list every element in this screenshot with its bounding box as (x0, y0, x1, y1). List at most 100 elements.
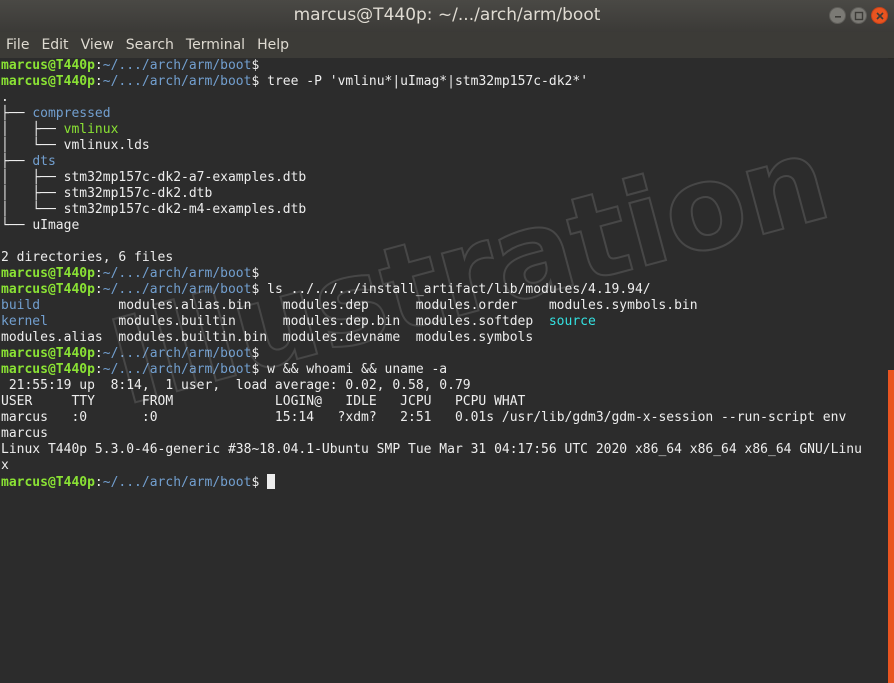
tree-branch: │ ├── (1, 122, 64, 137)
prompt-sigil: $ (251, 58, 260, 73)
output-text: 21:55:19 up 8:14, 1 user, load average: … (1, 378, 471, 393)
menu-view[interactable]: View (75, 32, 120, 58)
prompt-separator: : (94, 266, 103, 281)
prompt-separator: : (94, 475, 103, 490)
tree-branch: │ ├── (1, 170, 64, 185)
terminal-line: marcus@T440p:~/.../arch/arm/boot$ ls ../… (1, 282, 862, 298)
terminal-line: marcus :0 :0 15:14 ?xdm? 2:51 0.01s /usr… (1, 410, 862, 426)
tree-entry: vmlinux (63, 122, 119, 137)
terminal-line: . (1, 90, 862, 106)
tree-entry: uImage (32, 218, 80, 233)
ls-entry: modules.softdep (415, 314, 534, 329)
ls-entry: modules.alias.bin (118, 298, 252, 313)
prompt-path: ~/.../arch/arm/boot (102, 362, 252, 377)
tree-entry: stm32mp157c-dk2-m4-examples.dtb (63, 202, 307, 217)
prompt-user: marcus@T440p (1, 282, 95, 297)
output-text: 2 directories, 6 files (1, 250, 174, 265)
menu-file[interactable]: File (0, 32, 35, 58)
terminal-line: │ ├── stm32mp157c-dk2-a7-examples.dtb (1, 170, 862, 186)
terminal-line: marcus@T440p:~/.../arch/arm/boot$ (1, 58, 862, 74)
prompt-sigil: $ (251, 266, 260, 281)
window-title: marcus@T440p: ~/.../arch/arm/boot (293, 5, 601, 25)
prompt-separator: : (94, 346, 103, 361)
terminal-line: USER TTY FROM LOGIN@ IDLE JCPU PCPU WHAT (1, 394, 862, 410)
maximize-icon (854, 11, 864, 21)
scrollbar[interactable] (888, 370, 894, 683)
terminal-line: modules.alias modules.builtin.bin modules.… (1, 330, 862, 346)
prompt-user: marcus@T440p (1, 266, 95, 281)
close-button[interactable] (871, 7, 888, 24)
prompt-user: marcus@T440p (1, 58, 95, 73)
tree-branch: │ └── (1, 202, 64, 217)
tree-entry: dts (32, 154, 56, 169)
output-text: x (1, 458, 9, 473)
tree-entry: vmlinux.lds (63, 138, 150, 153)
tree-branch: ├── (1, 106, 33, 121)
maximize-button[interactable] (850, 7, 867, 24)
command-text (259, 475, 267, 490)
tree-branch: │ ├── (1, 186, 64, 201)
prompt-path: ~/.../arch/arm/boot (102, 475, 252, 490)
ls-entry: modules.devname (282, 330, 401, 345)
terminal-line: marcus@T440p:~/.../arch/arm/boot$ tree -… (1, 74, 862, 90)
menu-bar: File Edit View Search Terminal Help (0, 32, 894, 59)
terminal-line: │ ├── vmlinux (1, 122, 862, 138)
terminal-line: x (1, 458, 862, 474)
ls-entry: modules.order (415, 298, 518, 313)
prompt-user: marcus@T440p (1, 475, 95, 490)
terminal-line: │ └── stm32mp157c-dk2-m4-examples.dtb (1, 202, 862, 218)
terminal-window: marcus@T440p: ~/.../arch/arm/boot File E… (0, 0, 894, 683)
terminal-line: marcus@T440p:~/.../arch/arm/boot$ (1, 346, 862, 362)
ls-entry: modules.builtin (118, 314, 236, 329)
ls-entry: modules.dep (282, 298, 369, 313)
prompt-separator: : (94, 362, 103, 377)
tree-branch: ├── (1, 154, 33, 169)
terminal-output[interactable]: marcus@T440p:~/.../arch/arm/boot$ marcus@… (0, 58, 888, 683)
terminal-line: └── uImage (1, 218, 862, 234)
prompt-path: ~/.../arch/arm/boot (102, 58, 252, 73)
terminal-line: marcus (1, 426, 862, 442)
prompt-user: marcus@T440p (1, 362, 95, 377)
terminal-line: marcus@T440p:~/.../arch/arm/boot$ w && w… (1, 362, 862, 378)
prompt-path: ~/.../arch/arm/boot (102, 282, 252, 297)
prompt-user: marcus@T440p (1, 346, 95, 361)
close-icon (876, 12, 884, 20)
terminal-line: 2 directories, 6 files (1, 250, 862, 266)
terminal-lines: marcus@T440p:~/.../arch/arm/boot$ marcus@… (1, 58, 862, 490)
prompt-separator: : (94, 282, 103, 297)
terminal-line: 21:55:19 up 8:14, 1 user, load average: … (1, 378, 862, 394)
tree-entry: compressed (32, 106, 111, 121)
output-text: Linux T440p 5.3.0-46-generic #38~18.04.1… (1, 442, 862, 457)
terminal-line: ├── dts (1, 154, 862, 170)
tree-entry: stm32mp157c-dk2.dtb (63, 186, 213, 201)
terminal-line: marcus@T440p:~/.../arch/arm/boot$ (1, 266, 862, 282)
ls-entry: modules.builtin.bin (118, 330, 268, 345)
ls-entry: modules.alias (1, 330, 103, 345)
terminal-line: marcus@T440p:~/.../arch/arm/boot$ (1, 474, 862, 490)
command-text: tree -P 'vmlinu*|uImag*|stm32mp157c-dk2*… (259, 74, 589, 89)
tree-branch: │ └── (1, 138, 64, 153)
tree-branch: └── (1, 218, 33, 233)
terminal-line: Linux T440p 5.3.0-46-generic #38~18.04.1… (1, 442, 862, 458)
menu-terminal[interactable]: Terminal (180, 32, 251, 58)
terminal-line: ├── compressed (1, 106, 862, 122)
menu-search[interactable]: Search (120, 32, 180, 58)
prompt-user: marcus@T440p (1, 74, 95, 89)
prompt-path: ~/.../arch/arm/boot (102, 346, 252, 361)
ls-entry: modules.dep.bin (282, 314, 401, 329)
output-text: . (1, 90, 9, 105)
output-text: marcus (1, 426, 48, 441)
title-bar[interactable]: marcus@T440p: ~/.../arch/arm/boot (0, 0, 894, 32)
window-controls (829, 7, 888, 24)
prompt-sigil: $ (251, 346, 260, 361)
menu-help[interactable]: Help (251, 32, 295, 58)
terminal-line: kernel modules.builtin modules.dep.bin modu… (1, 314, 862, 330)
terminal-line: │ ├── stm32mp157c-dk2.dtb (1, 186, 862, 202)
menu-edit[interactable]: Edit (35, 32, 74, 58)
minimize-button[interactable] (829, 7, 846, 24)
prompt-path: ~/.../arch/arm/boot (102, 266, 252, 281)
ls-entry: modules.symbols.bin (548, 298, 698, 313)
prompt-path: ~/.../arch/arm/boot (102, 74, 252, 89)
ls-entry: source (548, 314, 596, 329)
prompt-separator: : (94, 58, 103, 73)
